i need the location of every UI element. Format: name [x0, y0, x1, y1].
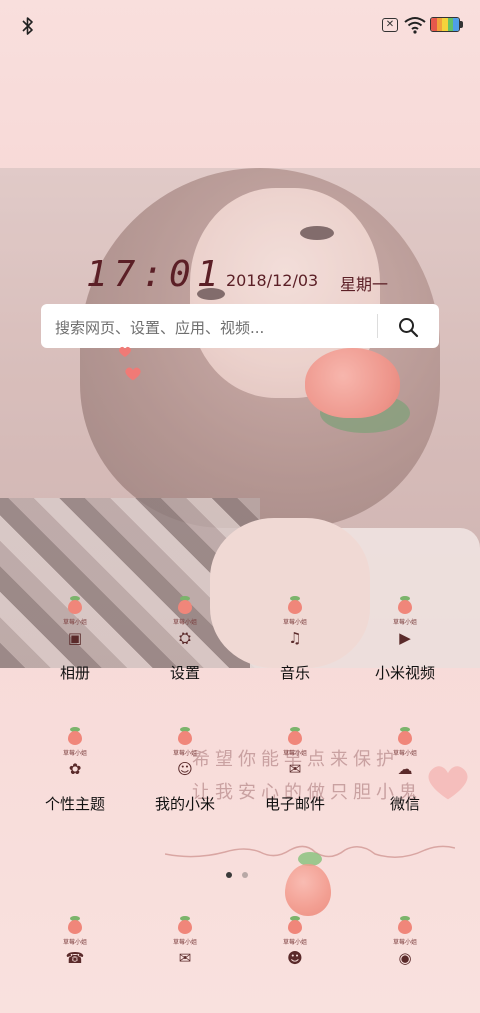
gallery-icon: 草莓小姐 ▣	[55, 596, 95, 656]
search-input[interactable]: 搜索网页、设置、应用、视频...	[55, 317, 264, 338]
strawberry-decoration	[285, 864, 331, 916]
theme-tag: 草莓小姐	[392, 619, 417, 626]
strawberry-badge	[68, 920, 82, 934]
wallpaper-photo	[0, 168, 480, 668]
messages-icon: 草莓小姐 ✉	[165, 916, 205, 976]
theme-tag: 草莓小姐	[282, 619, 307, 626]
app-label: 小米视频	[374, 664, 435, 682]
strawberry-badge	[288, 600, 302, 614]
theme-tag: 草莓小姐	[282, 750, 307, 757]
dock-camera[interactable]: 草莓小姐 ◉	[350, 916, 460, 976]
app-mi-video[interactable]: 草莓小姐 ▶ 小米视频	[350, 596, 460, 683]
app-label: 相册	[59, 664, 90, 682]
app-wechat[interactable]: 草莓小姐 ☁ 微信	[350, 727, 460, 814]
battery-tip	[460, 21, 463, 28]
dock-phone[interactable]: 草莓小姐 ☎	[20, 916, 130, 976]
theme-tag: 草莓小姐	[62, 619, 87, 626]
battery-segment	[453, 18, 459, 31]
clock-date[interactable]: 2018/12/03	[226, 271, 318, 290]
strawberry-badge	[288, 731, 302, 745]
themes-icon: 草莓小姐 ✿	[55, 727, 95, 787]
app-glyph-icon: ♫	[288, 629, 302, 647]
app-glyph-icon: ✿	[68, 760, 82, 778]
settings-icon: 草莓小姐 ⛭	[165, 596, 205, 656]
phone-icon: 草莓小姐 ☎	[55, 916, 95, 976]
app-label: 设置	[169, 664, 200, 682]
strawberry-badge	[398, 731, 412, 745]
app-my-mi[interactable]: 草莓小姐 ☺ 我的小米	[130, 727, 240, 814]
app-label: 微信	[389, 795, 420, 813]
strawberry-badge	[178, 920, 192, 934]
app-themes[interactable]: 草莓小姐 ✿ 个性主题	[20, 727, 130, 814]
theme-tag: 草莓小姐	[172, 619, 197, 626]
wifi-icon	[404, 17, 426, 34]
app-glyph-icon: ▣	[67, 629, 83, 647]
app-glyph-icon: ⛭	[178, 629, 191, 647]
app-glyph-icon: ☎	[65, 949, 85, 967]
dock-messages[interactable]: 草莓小姐 ✉	[130, 916, 240, 976]
strawberry-badge	[288, 920, 302, 934]
photo-veil	[0, 168, 480, 668]
app-glyph-icon: ✉	[288, 760, 302, 778]
clock-time[interactable]: 17:01	[86, 254, 224, 295]
app-glyph-icon: ◉	[398, 949, 412, 967]
browser-icon: 草莓小姐 ☻	[275, 916, 315, 976]
strawberry-badge	[68, 600, 82, 614]
search-divider	[377, 314, 378, 338]
app-glyph-icon: ☁	[397, 760, 413, 778]
theme-tag: 草莓小姐	[392, 939, 417, 946]
page-dot[interactable]	[242, 872, 248, 878]
app-label: 电子邮件	[264, 795, 325, 813]
app-glyph-icon: ☺	[177, 760, 193, 778]
wechat-icon: 草莓小姐 ☁	[385, 727, 425, 787]
app-label: 个性主题	[44, 795, 105, 813]
app-glyph-icon: ☻	[287, 949, 303, 967]
app-glyph-icon: ▶	[399, 629, 411, 647]
email-icon: 草莓小姐 ✉	[275, 727, 315, 787]
strawberry-badge	[398, 600, 412, 614]
status-bar: ✕	[0, 0, 480, 52]
no-sim-icon: ✕	[382, 18, 398, 32]
app-label: 音乐	[279, 664, 310, 682]
search-bar[interactable]: 搜索网页、设置、应用、视频...	[41, 304, 439, 348]
strawberry-badge	[398, 920, 412, 934]
search-icon[interactable]	[397, 316, 419, 338]
strawberry-badge	[178, 600, 192, 614]
strawberry-badge	[68, 731, 82, 745]
app-label: 我的小米	[154, 795, 215, 813]
app-glyph-icon: ✉	[178, 949, 192, 967]
theme-tag: 草莓小姐	[62, 939, 87, 946]
music-icon: 草莓小姐 ♫	[275, 596, 315, 656]
theme-tag: 草莓小姐	[62, 750, 87, 757]
dock-browser[interactable]: 草莓小姐 ☻	[240, 916, 350, 976]
app-music[interactable]: 草莓小姐 ♫ 音乐	[240, 596, 350, 683]
bluetooth-icon	[22, 17, 33, 35]
heart-icon	[119, 346, 131, 357]
theme-tag: 草莓小姐	[392, 750, 417, 757]
app-email[interactable]: 草莓小姐 ✉ 电子邮件	[240, 727, 350, 814]
theme-tag: 草莓小姐	[282, 939, 307, 946]
page-dot-active[interactable]	[226, 872, 232, 878]
theme-tag: 草莓小姐	[172, 939, 197, 946]
battery-icon	[430, 17, 460, 32]
clock-weekday[interactable]: 星期一	[340, 271, 388, 295]
camera-icon: 草莓小姐 ◉	[385, 916, 425, 976]
strawberry-badge	[178, 731, 192, 745]
app-settings[interactable]: 草莓小姐 ⛭ 设置	[130, 596, 240, 683]
my-mi-icon: 草莓小姐 ☺	[165, 727, 205, 787]
heart-icon	[125, 367, 141, 381]
app-gallery[interactable]: 草莓小姐 ▣ 相册	[20, 596, 130, 683]
theme-tag: 草莓小姐	[172, 750, 197, 757]
video-icon: 草莓小姐 ▶	[385, 596, 425, 656]
